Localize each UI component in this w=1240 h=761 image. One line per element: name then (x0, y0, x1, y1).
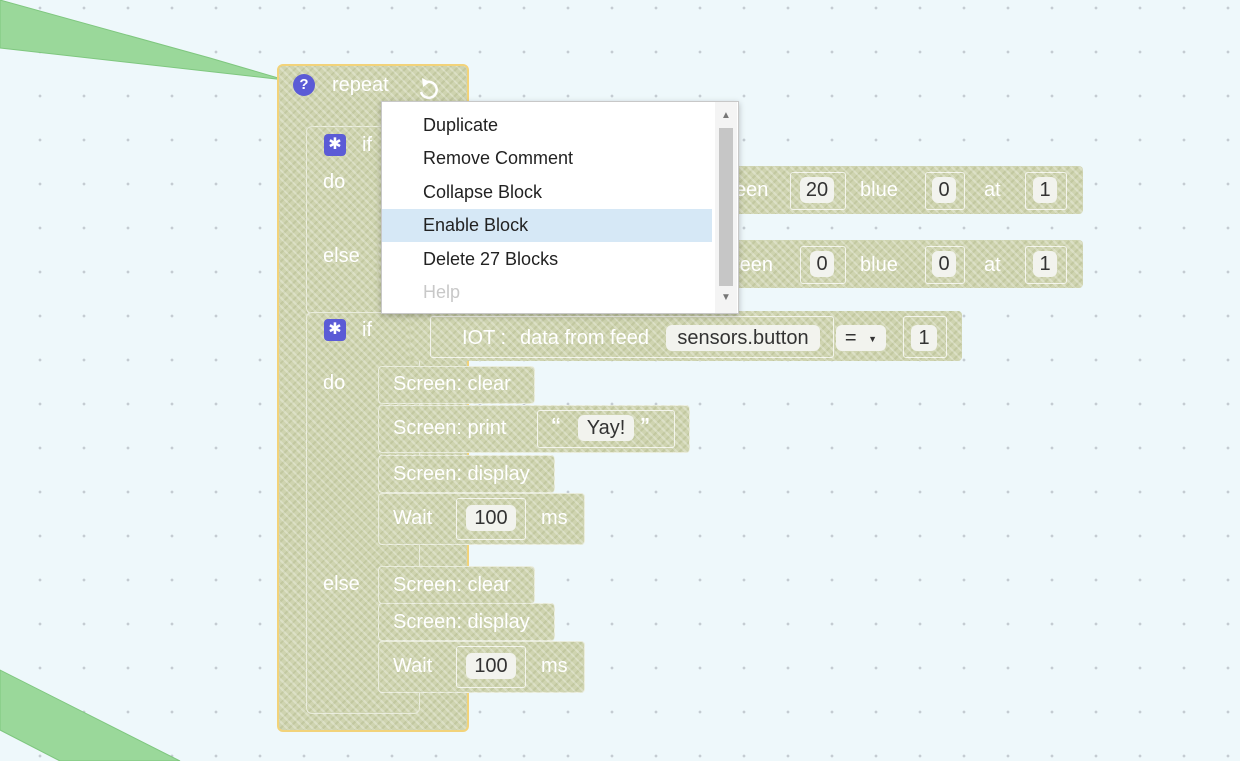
iot-label: IOT : (462, 327, 507, 349)
green-label: reen (733, 254, 774, 276)
close-quote-icon: ” (640, 415, 650, 437)
comment-bubble-tail-bottom (0, 669, 181, 761)
screen-print-label: Screen: print (393, 417, 507, 439)
else-label: else (323, 573, 360, 595)
menu-item-help: Help (423, 282, 461, 302)
gear-icon[interactable]: ✱ (324, 319, 346, 341)
if-label: if (362, 134, 372, 156)
else-label: else (323, 245, 360, 267)
feed-dropdown[interactable]: sensors.button (666, 325, 820, 351)
at-label: at (984, 179, 1001, 201)
scrollbar-thumb[interactable] (719, 128, 733, 286)
menu-item-duplicate[interactable]: Duplicate (382, 109, 712, 142)
print-text-field[interactable]: Yay! (578, 415, 634, 441)
screen-clear-label: Screen: clear (393, 574, 511, 596)
menu-item-collapse-block[interactable]: Collapse Block (382, 176, 712, 209)
at-label: at (984, 254, 1001, 276)
menu-scrollbar[interactable]: ▲ ▼ (715, 102, 737, 313)
blue-value[interactable]: 0 (932, 251, 956, 277)
menu-item-enable-block[interactable]: Enable Block (382, 209, 712, 242)
comment-bubble-tail-top (0, 0, 286, 81)
green-value[interactable]: 20 (800, 177, 834, 203)
wait-value[interactable]: 100 (466, 653, 516, 679)
do-label: do (323, 171, 346, 193)
chevron-down-icon: ▼ (868, 333, 878, 344)
at-value[interactable]: 1 (1033, 251, 1057, 277)
green-value[interactable]: 0 (810, 251, 834, 277)
at-value[interactable]: 1 (1033, 177, 1057, 203)
blue-value[interactable]: 0 (932, 177, 956, 203)
gear-icon[interactable]: ✱ (324, 134, 346, 156)
menu-item-remove-comment[interactable]: Remove Comment (382, 142, 712, 175)
context-menu[interactable]: Duplicate Remove Comment Collapse Block … (381, 101, 739, 314)
blue-label: blue (860, 179, 898, 201)
question-icon[interactable]: ? (293, 74, 315, 96)
screen-display-label: Screen: display (393, 463, 530, 485)
wait-label: Wait (393, 507, 433, 529)
blue-label: blue (860, 254, 898, 276)
scroll-down-icon[interactable]: ▼ (721, 292, 731, 303)
wait-label: Wait (393, 655, 433, 677)
ms-label: ms (541, 655, 568, 677)
green-label: een (735, 179, 769, 201)
data-from-feed-label: data from feed (520, 327, 649, 349)
do-label: do (323, 372, 346, 394)
operator-dropdown[interactable]: = ▼ (836, 325, 886, 351)
menu-item-delete-blocks[interactable]: Delete 27 Blocks (382, 243, 712, 276)
open-quote-icon: “ (551, 415, 561, 437)
operator-value: = (844, 327, 857, 349)
ms-label: ms (541, 507, 568, 529)
screen-display-label: Screen: display (393, 611, 530, 633)
screen-clear-label: Screen: clear (393, 373, 511, 395)
scroll-up-icon[interactable]: ▲ (721, 110, 731, 121)
repeat-label: repeat (332, 74, 389, 96)
condition-value[interactable]: 1 (911, 325, 937, 351)
wait-value[interactable]: 100 (466, 505, 516, 531)
if-label: if (362, 319, 372, 341)
